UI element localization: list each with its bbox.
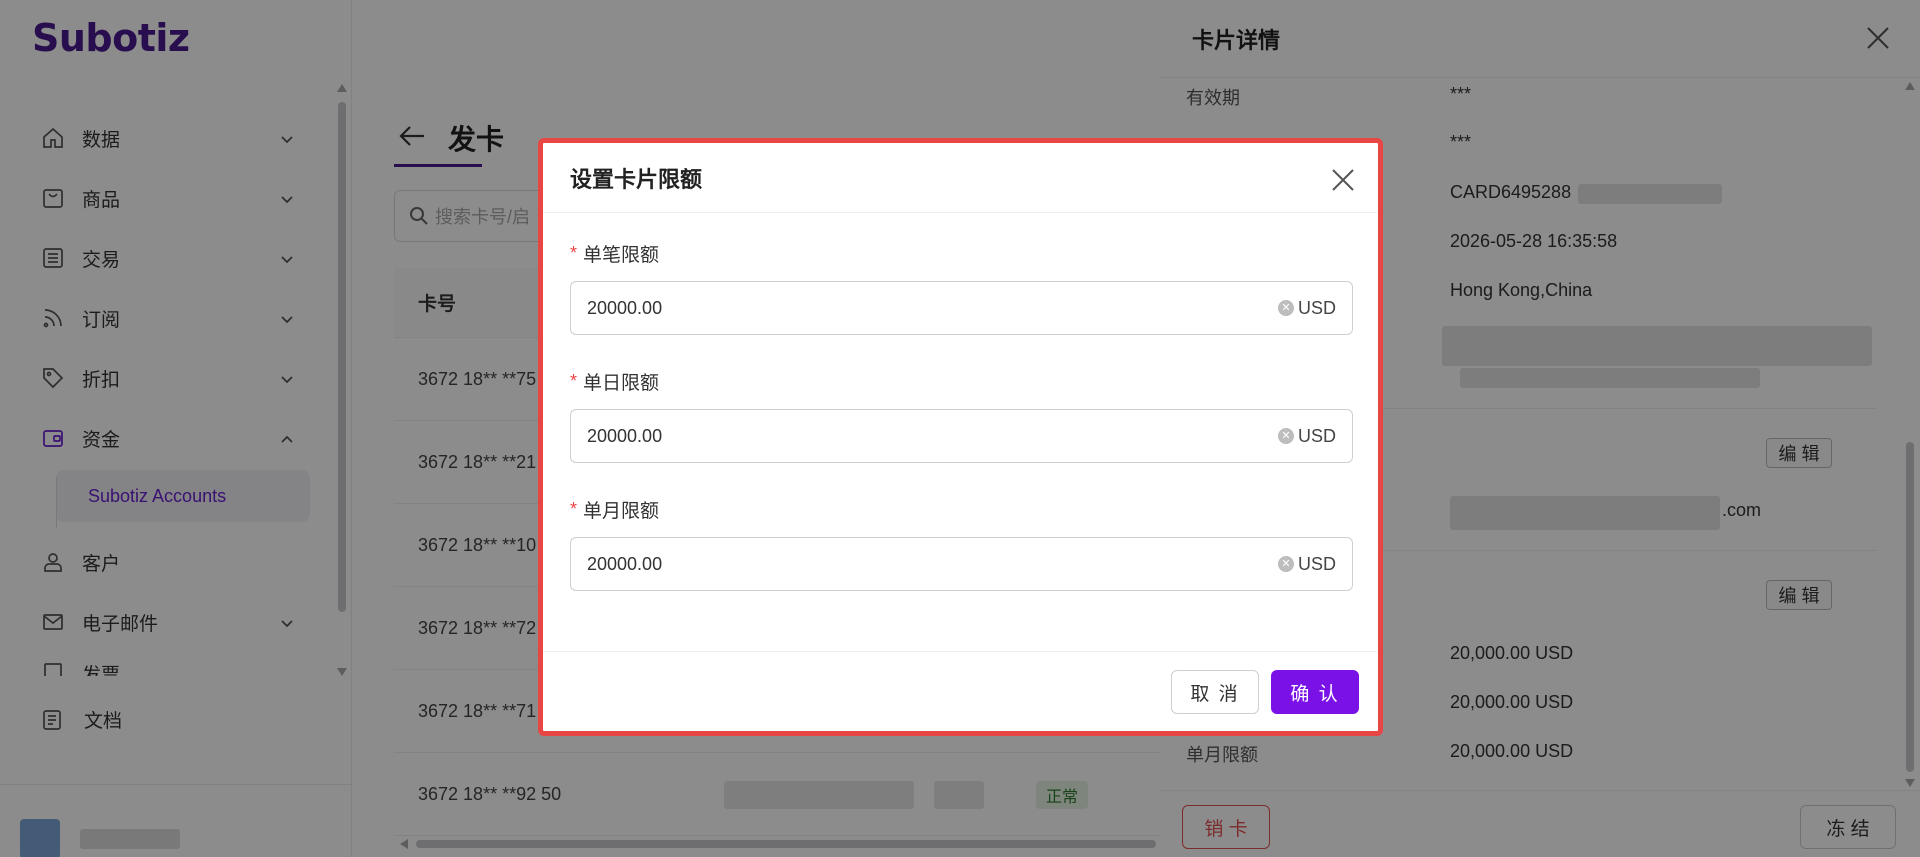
confirm-button[interactable]: 确 认: [1271, 670, 1359, 714]
dialog-title: 设置卡片限额: [543, 143, 1378, 213]
clear-icon[interactable]: ✕: [1278, 556, 1294, 572]
field-label: * 单日限额: [570, 367, 1353, 395]
monthly-limit-field: * 单月限额 20000.00 ✕ USD: [570, 495, 1353, 591]
app-root: Subotiz 数据 商品 交易 订阅 折扣 资金 Subotiz Accoun…: [0, 0, 1920, 857]
required-mark: *: [570, 498, 578, 519]
cancel-button[interactable]: 取 消: [1171, 670, 1259, 714]
set-card-limit-dialog: 设置卡片限额 * 单笔限额 20000.00 ✕ USD * 单日限额 2000…: [538, 138, 1383, 736]
currency-unit: USD: [1297, 426, 1336, 446]
field-label-text: 单月限额: [583, 500, 660, 522]
dialog-footer: 取 消 确 认: [543, 651, 1378, 731]
input-value: 20000.00: [587, 553, 663, 574]
input-value: 20000.00: [587, 297, 663, 318]
currency-unit: USD: [1297, 554, 1336, 574]
single-limit-field: * 单笔限额 20000.00 ✕ USD: [570, 239, 1353, 335]
close-icon[interactable]: [1330, 167, 1356, 193]
daily-limit-field: * 单日限额 20000.00 ✕ USD: [570, 367, 1353, 463]
input-value: 20000.00: [587, 425, 663, 446]
single-limit-input[interactable]: 20000.00 ✕ USD: [570, 281, 1353, 335]
required-mark: *: [570, 242, 578, 263]
monthly-limit-input[interactable]: 20000.00 ✕ USD: [570, 537, 1353, 591]
clear-icon[interactable]: ✕: [1278, 300, 1294, 316]
clear-icon[interactable]: ✕: [1278, 428, 1294, 444]
field-label: * 单笔限额: [570, 239, 1353, 267]
field-label-text: 单日限额: [583, 372, 660, 394]
daily-limit-input[interactable]: 20000.00 ✕ USD: [570, 409, 1353, 463]
field-label: * 单月限额: [570, 495, 1353, 523]
field-label-text: 单笔限额: [583, 244, 660, 266]
currency-unit: USD: [1297, 298, 1336, 318]
required-mark: *: [570, 370, 578, 391]
